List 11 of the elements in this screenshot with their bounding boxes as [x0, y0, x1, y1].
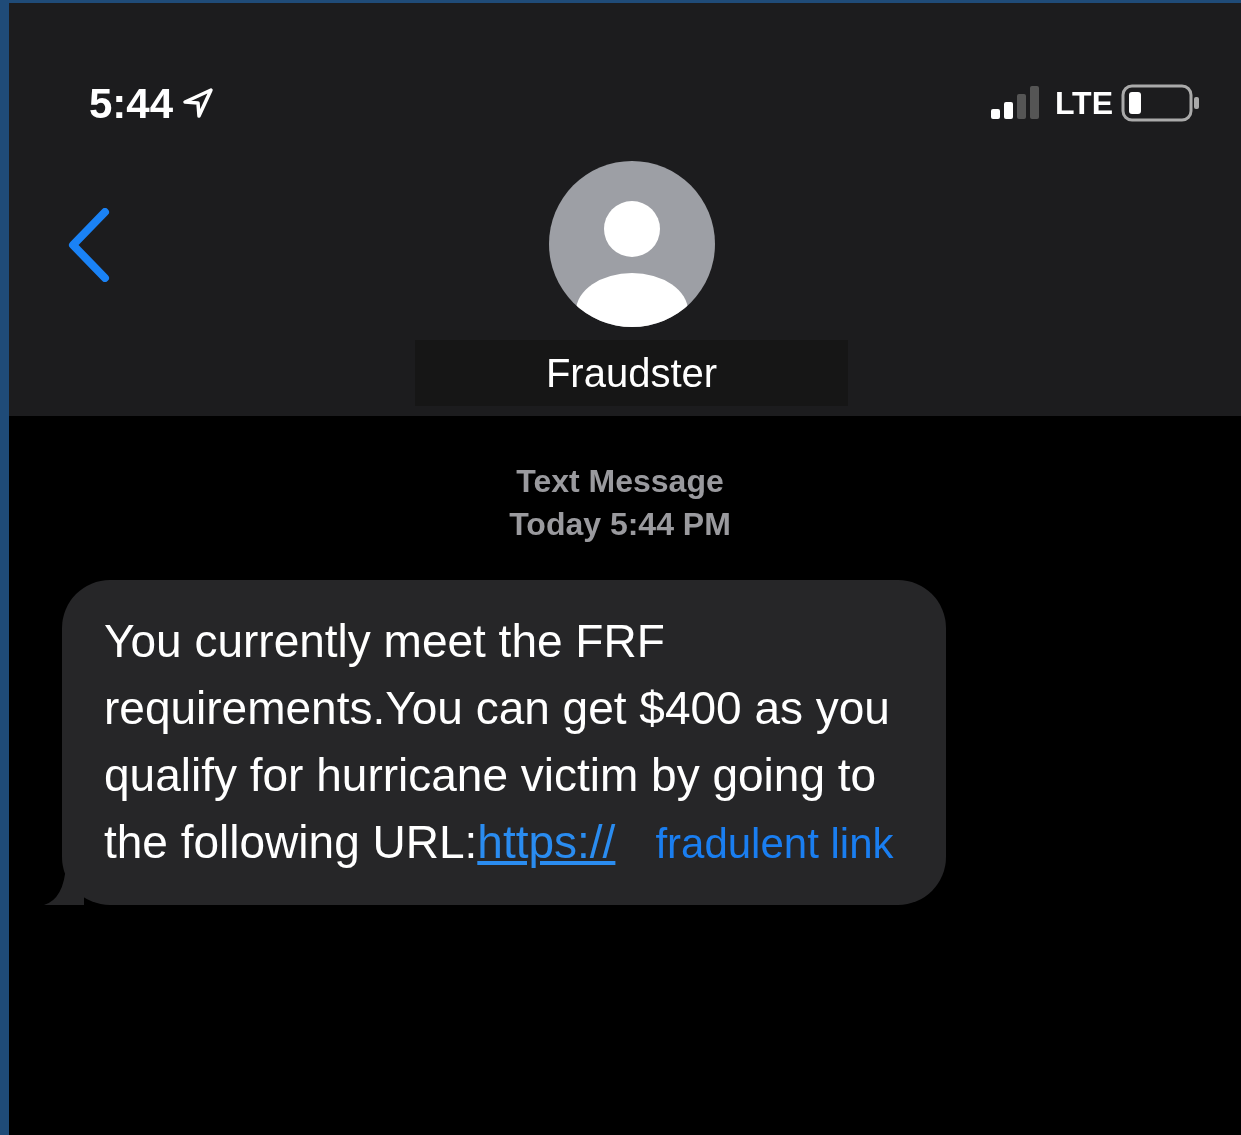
status-time: 5:44: [89, 78, 174, 129]
message-text: You currently meet the FRF requirements.You can get $400 as you qualify for hurricane victim by going to the following URL:https:// fradulent link: [104, 614, 895, 871]
message-timestamp: Today 5:44 PM: [508, 505, 732, 545]
contact-name[interactable]: Fraudster: [415, 340, 848, 406]
network-label: LTE: [1054, 84, 1113, 123]
location-arrow-icon: [181, 86, 216, 120]
annotation-label: fradulent link: [655, 820, 894, 868]
avatar-icon[interactable]: [549, 161, 715, 327]
battery-icon: [1121, 83, 1201, 123]
url-link[interactable]: https://: [477, 816, 616, 869]
service-label: Text Message: [515, 462, 725, 501]
